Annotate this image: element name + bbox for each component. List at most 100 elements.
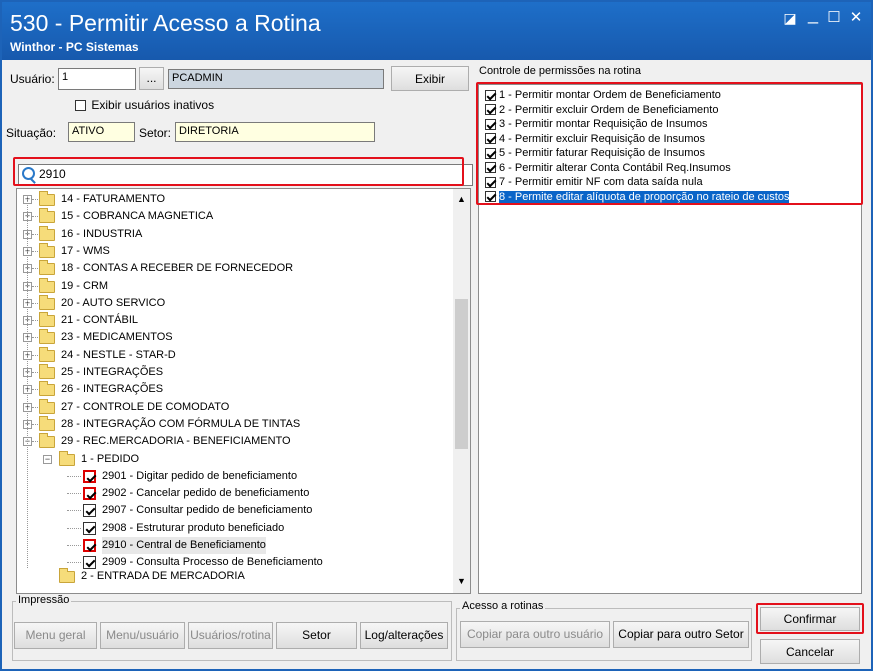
tree-routine-label: 2901 - Digitar pedido de beneficiamento [102, 469, 298, 482]
tree-folder-label: 16 - INDUSTRIA [61, 227, 143, 240]
tree-folder[interactable]: +21 - CONTÁBIL [17, 312, 447, 329]
tree-folder-label: 14 - FATURAMENTO [61, 193, 166, 205]
tree-folder[interactable]: +25 - INTEGRAÇÕES [17, 364, 447, 381]
restore-icon[interactable]: ◪ [780, 8, 800, 28]
folder-icon [39, 381, 55, 397]
tree-folder-label: 26 - INTEGRAÇÕES [61, 383, 164, 396]
tree-folder[interactable]: +28 - INTEGRAÇÃO COM FÓRMULA DE TINTAS [17, 415, 447, 433]
tree-routine-label: 2907 - Consultar pedido de beneficiament… [102, 504, 313, 517]
maximize-button[interactable]: ☐ [824, 8, 844, 28]
main-window: 530 - Permitir Acesso a Rotina Winthor -… [0, 0, 873, 671]
folder-icon [39, 398, 55, 414]
tree-folder[interactable]: +23 - MEDICAMENTOS [17, 329, 447, 346]
scroll-up-icon[interactable]: ▲ [457, 194, 466, 204]
folder-icon [39, 329, 55, 345]
tree-folder[interactable]: +18 - CONTAS A RECEBER DE FORNECEDOR [17, 260, 447, 277]
tree-routine[interactable]: 2902 - Cancelar pedido de beneficiamento [17, 485, 447, 502]
tree-routine[interactable]: 2908 - Estruturar produto beneficiado [17, 520, 447, 537]
routine-checkbox[interactable] [83, 469, 96, 483]
checkbox-icon[interactable] [75, 100, 86, 112]
routine-checkbox[interactable] [83, 521, 96, 535]
tree-subfolder-label: 1 - PEDIDO [81, 452, 140, 465]
tree-folder-label: 21 - CONTÁBIL [61, 314, 139, 327]
tree-folder[interactable]: +15 - COBRANCA MAGNETICA [17, 208, 447, 225]
tree-routine[interactable]: 2910 - Central de Beneficiamento [17, 537, 447, 554]
show-button[interactable]: Exibir [391, 66, 469, 91]
routine-tree[interactable]: +14 - FATURAMENTO +15 - COBRANCA MAGNETIC… [16, 188, 471, 594]
tree-routine-label: 2910 - Central de Beneficiamento [102, 537, 266, 554]
tree-routine-label: 2908 - Estruturar produto beneficiado [102, 521, 285, 534]
copy-sector-button[interactable]: Copiar para outro Setor [613, 621, 749, 648]
tree-folder-label: 23 - MEDICAMENTOS [61, 331, 173, 344]
log-alteracoes-button[interactable]: Log/alterações [360, 622, 448, 649]
tree-routine[interactable]: 2907 - Consultar pedido de beneficiament… [17, 502, 447, 519]
scroll-down-icon[interactable]: ▼ [457, 576, 466, 586]
user-label: Usuário: [10, 72, 55, 86]
folder-icon [39, 260, 55, 276]
title-bar: 530 - Permitir Acesso a Rotina Winthor -… [2, 2, 871, 60]
folder-icon [39, 191, 55, 206]
tree-folder-partial[interactable]: 2 - ENTRADA DE MERCADORIA [17, 567, 447, 585]
cancel-button[interactable]: Cancelar [760, 639, 860, 664]
folder-icon [39, 208, 55, 224]
folder-icon [39, 294, 55, 310]
menu-geral-button[interactable]: Menu geral [14, 622, 97, 649]
tree-folder[interactable]: +17 - WMS [17, 242, 447, 260]
tree-folder-label: 25 - INTEGRAÇÕES [61, 366, 164, 378]
menu-usuario-button[interactable]: Menu/usuário [100, 622, 185, 649]
tree-folder[interactable]: +26 - INTEGRAÇÕES [17, 381, 447, 398]
tree-subfolder[interactable]: − 1 - PEDIDO [17, 450, 447, 468]
user-id-field[interactable]: 1 [58, 68, 136, 90]
folder-icon [39, 346, 55, 362]
tree-folder[interactable]: +14 - FATURAMENTO [17, 191, 447, 208]
tree-folder[interactable]: +24 - NESTLE - STAR-D [17, 346, 447, 364]
tree-folder[interactable]: +16 - INDUSTRIA [17, 225, 447, 243]
scroll-thumb[interactable] [455, 299, 468, 449]
close-button[interactable]: ✕ [846, 8, 866, 28]
folder-icon [39, 225, 55, 241]
folder-icon [39, 364, 55, 379]
confirm-highlight [756, 603, 864, 634]
situation-label: Situação: [6, 126, 57, 140]
tree-routine-label: 2902 - Cancelar pedido de beneficiamento [102, 487, 310, 500]
folder-icon [59, 450, 75, 466]
setor-button[interactable]: Setor [276, 622, 357, 649]
tree-folder-label: 18 - CONTAS A RECEBER DE FORNECEDOR [61, 262, 294, 275]
tree-folder-label: 28 - INTEGRAÇÃO COM FÓRMULA DE TINTAS [61, 417, 301, 430]
search-highlight [13, 157, 464, 186]
situation-field: ATIVO [68, 122, 135, 142]
show-inactive-label: Exibir usuários inativos [91, 98, 215, 112]
tree-folder[interactable]: +20 - AUTO SERVICO [17, 294, 447, 312]
folder-icon [39, 277, 55, 293]
routine-checkbox[interactable] [83, 539, 96, 552]
folder-icon [39, 415, 55, 431]
tree-folder[interactable]: +19 - CRM [17, 277, 447, 295]
folder-icon [39, 242, 55, 258]
tree-folder-label: 17 - WMS [61, 244, 110, 257]
tree-folder-label: 20 - AUTO SERVICO [61, 296, 166, 309]
tree-folder[interactable]: −29 - REC.MERCADORIA - BENEFICIAMENTO [17, 433, 447, 450]
copy-user-button[interactable]: Copiar para outro usuário [460, 621, 610, 648]
tree-routine[interactable]: 2901 - Digitar pedido de beneficiamento [17, 468, 447, 485]
permissions-title: Controle de permissões na rotina [479, 65, 642, 77]
permissions-highlight [476, 82, 863, 205]
folder-icon [59, 567, 75, 583]
show-inactive-checkbox[interactable]: Exibir usuários inativos [75, 98, 214, 112]
tree-folder-label: 24 - NESTLE - STAR-D [61, 348, 176, 361]
sector-label: Setor: [139, 126, 172, 140]
sector-field: DIRETORIA [175, 122, 375, 142]
collapse-icon[interactable]: − [43, 454, 52, 464]
minimize-button[interactable]: _ [803, 4, 823, 24]
print-group-title: Impressão [16, 594, 72, 606]
routine-checkbox[interactable] [83, 504, 96, 518]
usuarios-rotina-button[interactable]: Usuários/rotina [188, 622, 273, 649]
user-lookup-button[interactable]: ... [139, 67, 164, 90]
tree-folder-label: 29 - REC.MERCADORIA - BENEFICIAMENTO [61, 435, 291, 448]
tree-scrollbar[interactable]: ▲ ▼ [453, 189, 470, 593]
window-title: 530 - Permitir Acesso a Rotina [10, 10, 321, 36]
tree-folder-label: 27 - CONTROLE DE COMODATO [61, 400, 230, 413]
folder-icon [39, 433, 55, 449]
routine-checkbox[interactable] [83, 487, 96, 501]
access-group-title: Acesso a rotinas [460, 600, 546, 612]
tree-folder[interactable]: +27 - CONTROLE DE COMODATO [17, 398, 447, 416]
